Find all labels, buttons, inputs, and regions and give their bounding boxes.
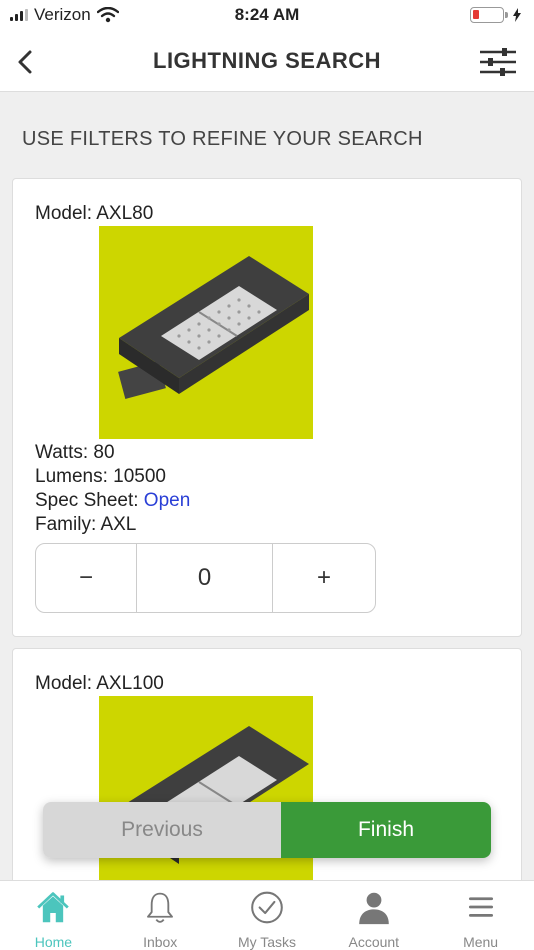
tab-account[interactable]: Account <box>320 881 427 950</box>
tab-label: My Tasks <box>237 934 297 950</box>
family-label: Family: AXL <box>35 514 137 535</box>
home-icon <box>37 892 70 923</box>
product-card: Model: AXL80 Watts: 80 Lumens: 10500 Spe… <box>12 178 522 637</box>
spec-sheet-row: Spec Sheet: Open <box>35 489 190 513</box>
product-specs: Watts: 80 Lumens: 10500 Spec Sheet: Open… <box>35 441 190 537</box>
battery-icon <box>470 7 508 23</box>
street-light-image <box>118 256 309 399</box>
tab-label: Menu <box>463 934 499 950</box>
filter-hint: USE FILTERS TO REFINE YOUR SEARCH <box>22 128 423 150</box>
previous-button[interactable]: Previous <box>43 802 281 858</box>
tab-bar: Home Inbox My Tasks Account Menu <box>0 880 534 950</box>
spec-sheet-link[interactable]: Open <box>144 490 190 511</box>
charging-bolt-icon <box>513 8 521 22</box>
tab-menu[interactable]: Menu <box>427 881 534 950</box>
spec-sheet-label: Spec Sheet: <box>35 490 144 511</box>
tab-my-tasks[interactable]: My Tasks <box>214 881 321 950</box>
tab-label: Account <box>348 934 400 950</box>
lumens-label: Lumens: 10500 <box>35 466 166 487</box>
decrement-button[interactable]: − <box>36 544 137 612</box>
battery-group <box>470 7 522 23</box>
model-label: Model: AXL80 <box>35 203 154 224</box>
status-time: 8:24 AM <box>234 5 300 24</box>
watts-label: Watts: 80 <box>35 442 115 463</box>
tab-inbox[interactable]: Inbox <box>107 881 214 950</box>
product-image <box>99 226 313 439</box>
sliders-icon <box>480 48 516 76</box>
tab-label: Inbox <box>143 934 178 950</box>
check-circle-icon <box>251 891 283 924</box>
quantity-value[interactable]: 0 <box>137 544 273 612</box>
user-icon <box>358 892 389 925</box>
wizard-actions: Previous Finish <box>43 802 491 858</box>
filter-button[interactable] <box>476 42 520 82</box>
product-image <box>99 696 313 887</box>
bell-icon <box>147 892 174 923</box>
street-light-image <box>119 726 309 864</box>
tab-home[interactable]: Home <box>0 881 107 950</box>
page-title: LIGHTNING SEARCH <box>153 48 381 73</box>
increment-button[interactable]: + <box>273 544 375 612</box>
app-header: LIGHTNING SEARCH <box>0 32 534 92</box>
finish-button[interactable]: Finish <box>281 802 491 858</box>
status-bar: Verizon 8:24 AM <box>0 0 534 32</box>
menu-icon <box>468 897 493 917</box>
model-label: Model: AXL100 <box>35 673 164 694</box>
quantity-stepper: − 0 + <box>35 543 376 613</box>
tab-label: Home <box>34 934 73 950</box>
